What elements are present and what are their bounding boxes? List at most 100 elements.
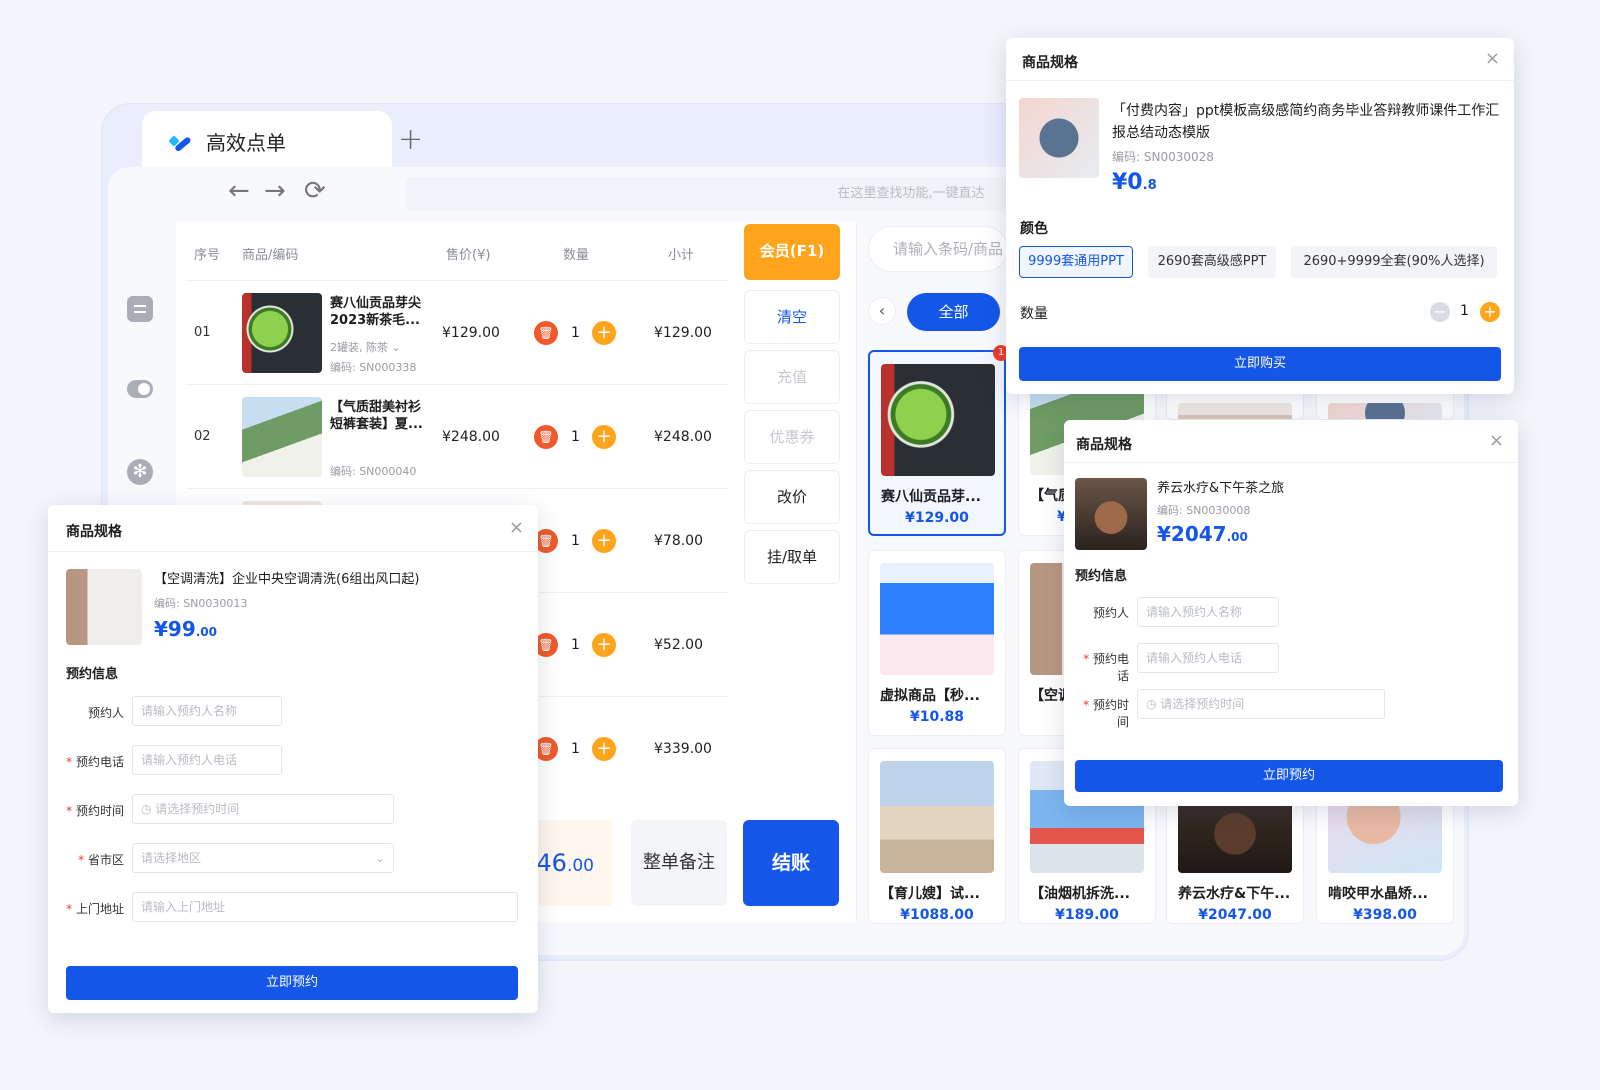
option-chip[interactable]: 9999套通用PPT bbox=[1019, 246, 1133, 278]
book-now-button[interactable]: 立即预约 bbox=[66, 966, 518, 1000]
region-select[interactable]: 请选择地区 ⌄ bbox=[132, 843, 394, 873]
product-code: 编码: SN000338 bbox=[330, 361, 417, 374]
field-label-text: 预约时间 bbox=[75, 804, 124, 818]
quantity-label: 数量 bbox=[1020, 306, 1048, 322]
recharge-button[interactable]: 充值 bbox=[744, 350, 840, 404]
plus-icon[interactable]: + bbox=[592, 321, 616, 345]
divider bbox=[1064, 462, 1518, 463]
product-card[interactable] bbox=[1316, 390, 1454, 420]
col-index: 序号 bbox=[194, 248, 221, 263]
plus-icon[interactable]: + bbox=[592, 425, 616, 449]
book-now-button[interactable]: 立即预约 bbox=[1075, 760, 1503, 792]
refresh-icon[interactable]: ⟳ bbox=[304, 176, 326, 206]
product-image bbox=[880, 563, 994, 675]
booker-phone-input[interactable]: 请输入预约人电话 bbox=[1137, 643, 1279, 673]
product-card[interactable] bbox=[1166, 390, 1304, 420]
product-price: ¥2047.00 bbox=[1157, 522, 1248, 546]
row-subtotal: ¥52.00 bbox=[654, 637, 703, 653]
product-image bbox=[1178, 403, 1292, 419]
quantity-value: 1 bbox=[571, 741, 580, 757]
total-main: 46 bbox=[536, 849, 567, 877]
tab-efficient-order[interactable]: 高效点单 bbox=[142, 111, 392, 171]
price-main: ¥99 bbox=[154, 617, 196, 641]
plus-icon[interactable]: + bbox=[592, 737, 616, 761]
product-code: 编码: SN0030008 bbox=[1157, 504, 1251, 517]
quantity-value: 1 bbox=[571, 533, 580, 549]
forward-arrow-icon[interactable]: → bbox=[264, 176, 286, 206]
booker-name-input[interactable]: 请输入预约人名称 bbox=[1137, 597, 1279, 627]
product-card[interactable]: 虚拟商品【秒... ¥10.88 bbox=[868, 550, 1006, 736]
trash-icon[interactable]: 🗑 bbox=[534, 425, 558, 449]
product-name: 【气质甜美衬衫短裤套装】夏... bbox=[330, 400, 423, 432]
booking-time-picker[interactable]: ◷ 请选择预约时间 bbox=[132, 794, 394, 824]
asterisk-icon[interactable]: ✻ bbox=[127, 459, 153, 485]
dialog-title: 商品规格 bbox=[66, 524, 122, 540]
field-label: * 省市区 bbox=[78, 853, 124, 867]
product-card[interactable]: 赛八仙贡品芽... ¥129.00 bbox=[868, 350, 1006, 536]
member-button[interactable]: 会员(F1) bbox=[744, 224, 840, 280]
buy-now-button[interactable]: 立即购买 bbox=[1019, 347, 1501, 381]
booking-time-picker[interactable]: ◷ 请选择预约时间 bbox=[1137, 689, 1385, 719]
toggle-icon[interactable] bbox=[127, 380, 153, 398]
plus-icon[interactable]: + bbox=[1480, 302, 1500, 322]
row-subtotal: ¥78.00 bbox=[654, 533, 703, 549]
price-decimal: .00 bbox=[1226, 530, 1248, 544]
booking-info-title: 预约信息 bbox=[1075, 569, 1128, 584]
plus-icon[interactable]: + bbox=[592, 529, 616, 553]
option-chip[interactable]: 2690+9999全套(90%人选择) bbox=[1291, 246, 1497, 278]
product-search-input[interactable]: 请输入条码/商品 bbox=[868, 226, 1008, 272]
product-image bbox=[880, 761, 994, 873]
new-tab-button[interactable]: + bbox=[398, 122, 423, 157]
quantity-value: 1 bbox=[1460, 303, 1469, 319]
plus-icon[interactable]: + bbox=[592, 633, 616, 657]
booker-name-input[interactable]: 请输入预约人名称 bbox=[132, 696, 282, 726]
field-label: * 预约时间 bbox=[1083, 698, 1129, 729]
table-row[interactable]: 02 【气质甜美衬衫短裤套装】夏... 编码: SN000040 ¥248.00… bbox=[186, 384, 728, 488]
spec-dialog-ac: 商品规格 × 【空调清洗】企业中央空调清洗(6组出风口起) 编码: SN0030… bbox=[48, 505, 538, 1013]
row-index: 01 bbox=[194, 325, 211, 340]
booker-phone-input[interactable]: 请输入预约人电话 bbox=[132, 745, 282, 775]
product-spec-dropdown[interactable]: 2罐装, 陈茶 ⌄ bbox=[330, 339, 401, 355]
coupon-button[interactable]: 优惠券 bbox=[744, 410, 840, 464]
field-label: * 预约电话 bbox=[1083, 652, 1129, 683]
close-icon[interactable]: × bbox=[1489, 430, 1504, 451]
minus-icon[interactable]: − bbox=[1430, 302, 1450, 322]
chevron-left-icon[interactable]: ‹ bbox=[868, 297, 896, 325]
product-price: ¥99.00 bbox=[154, 617, 217, 641]
field-label: 预约人 bbox=[58, 704, 124, 721]
address-input[interactable]: 请输入上门地址 bbox=[132, 892, 518, 922]
product-card-name: 【油烟机拆洗... bbox=[1030, 886, 1130, 902]
product-price: ¥0.8 bbox=[1112, 170, 1157, 195]
product-image bbox=[881, 364, 995, 476]
checkout-button[interactable]: 结账 bbox=[743, 820, 839, 906]
back-arrow-icon[interactable]: ← bbox=[228, 176, 250, 206]
quantity-value: 1 bbox=[571, 325, 580, 341]
field-label: * 预约电话 bbox=[66, 755, 124, 769]
clear-button[interactable]: 清空 bbox=[744, 290, 840, 344]
document-icon[interactable] bbox=[127, 296, 153, 322]
field-label-text: 预约时间 bbox=[1092, 698, 1129, 729]
field-label-text: 省市区 bbox=[87, 853, 124, 867]
product-image bbox=[1019, 98, 1099, 178]
change-price-button[interactable]: 改价 bbox=[744, 470, 840, 524]
field-label: * 上门地址 bbox=[66, 902, 124, 916]
hold-order-button[interactable]: 挂/取单 bbox=[744, 530, 840, 584]
product-card-price: ¥189.00 bbox=[1055, 907, 1119, 923]
close-icon[interactable]: × bbox=[1485, 48, 1500, 69]
trash-icon[interactable]: 🗑 bbox=[534, 321, 558, 345]
product-card-price: ¥398.00 bbox=[1353, 907, 1417, 923]
product-title: 【空调清洗】企业中央空调清洗(6组出风口起) bbox=[154, 572, 420, 587]
close-icon[interactable]: × bbox=[509, 517, 524, 538]
product-card-name: 赛八仙贡品芽... bbox=[881, 489, 981, 505]
product-card[interactable]: 【育儿嫂】试... ¥1088.00 bbox=[868, 748, 1006, 924]
category-all-tab[interactable]: 全部 bbox=[907, 293, 1000, 331]
product-image bbox=[66, 569, 142, 645]
option-chip[interactable]: 2690套高级感PPT bbox=[1148, 246, 1276, 278]
product-card-name: 【育儿嫂】试... bbox=[880, 886, 980, 902]
product-card-price: ¥10.88 bbox=[909, 709, 965, 725]
spec-dialog-ppt: 商品规格 × 「付费内容」ppt模板高级感简约商务毕业答辩教师课件工作汇报总结动… bbox=[1006, 38, 1514, 394]
tab-title: 高效点单 bbox=[206, 130, 286, 155]
order-remark-button[interactable]: 整单备注 bbox=[631, 820, 727, 906]
table-row[interactable]: 01 赛八仙贡品芽尖2023新茶毛... 2罐装, 陈茶 ⌄ 编码: SN000… bbox=[186, 280, 728, 384]
field-label: * 预约时间 bbox=[66, 804, 124, 818]
